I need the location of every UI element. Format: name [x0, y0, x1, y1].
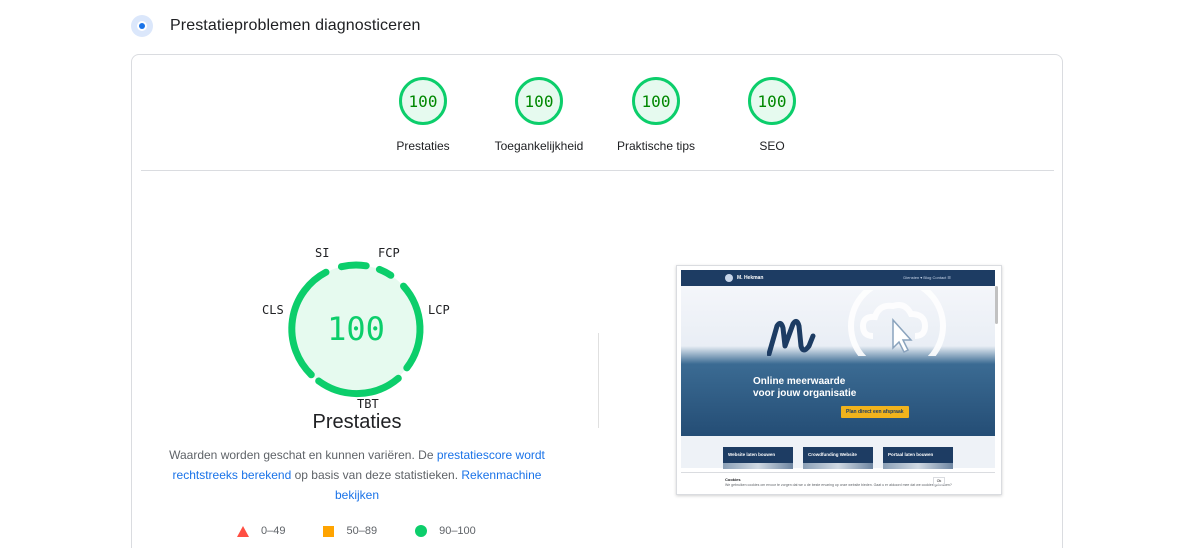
cookie-ok-button: Ok — [933, 477, 945, 485]
site-name: M. Hekman — [737, 275, 764, 281]
gauge-score: 100 — [524, 91, 554, 111]
orange-square-icon — [323, 525, 335, 537]
legend-range: 50–89 — [346, 525, 378, 537]
site-hero: Online meerwaarde voor jouw organisatie … — [681, 286, 995, 436]
hero-headline-line: voor jouw organisatie — [753, 388, 857, 399]
category-gauges: 100 Prestaties 100 Toegankelijkheid 100 … — [132, 77, 1062, 157]
gauge-accessibility[interactable]: 100 Toegankelijkheid — [474, 77, 604, 153]
gauge-score: 100 — [757, 91, 787, 111]
diagnostics-icon — [131, 15, 153, 37]
section-header: Prestatieproblemen diagnosticeren — [131, 12, 421, 40]
red-triangle-icon — [237, 525, 249, 537]
section-title: Prestatieproblemen diagnosticeren — [170, 17, 421, 34]
hero-headline-line: Online meerwaarde — [753, 376, 846, 387]
gauge-best-practices[interactable]: 100 Praktische tips — [591, 77, 721, 153]
legend-item-average: 50–89 — [323, 525, 377, 537]
site-logo-icon — [725, 274, 733, 282]
metric-label-fcp: FCP — [378, 246, 400, 260]
gauge-label: Praktische tips — [616, 139, 696, 153]
green-circle-icon — [415, 525, 428, 537]
service-card-title: Portaal laten bouwen — [888, 452, 934, 457]
performance-score: 100 — [327, 310, 385, 348]
service-card-title: Crowdfunding Website — [808, 452, 857, 457]
gauge-label: Toegankelijkheid — [494, 139, 584, 153]
vertical-divider — [598, 333, 599, 428]
gauge-circle: 100 — [632, 77, 680, 125]
m-logo-icon — [767, 318, 816, 356]
site-service-card: Crowdfunding Website — [803, 447, 873, 469]
hero-cta-button: Plan direct een afspraak — [841, 406, 909, 418]
hero-headline: Online meerwaarde voor jouw organisatie — [753, 376, 856, 400]
metric-label-cls: CLS — [262, 303, 284, 317]
gauge-seo[interactable]: 100 SEO — [707, 77, 837, 153]
legend-range: 90–100 — [439, 525, 476, 537]
gauge-circle: 100 — [748, 77, 796, 125]
cookie-title: Cookies — [725, 477, 741, 482]
page-screenshot[interactable]: M. Hekman Diensten ▾ Blog Contact ☰ Onli… — [676, 265, 1002, 495]
cookie-text: We gebruiken cookies om ervoor te zorgen… — [725, 483, 952, 487]
performance-description: Waarden worden geschat en kunnen variëre… — [167, 445, 547, 505]
gauge-circle: 100 — [399, 77, 447, 125]
metric-label-lcp: LCP — [428, 303, 450, 317]
gauge-score: 100 — [641, 91, 671, 111]
legend-range: 0–49 — [261, 525, 286, 537]
screenshot-scrollbar — [995, 286, 998, 324]
score-legend: 0–49 50–89 90–100 — [237, 523, 514, 539]
site-service-card: Portaal laten bouwen — [883, 447, 953, 469]
report-card: 100 Prestaties 100 Toegankelijkheid 100 … — [131, 54, 1063, 548]
site-nav-links: Diensten ▾ Blog Contact ☰ — [903, 275, 951, 280]
metric-label-tbt: TBT — [357, 397, 379, 411]
description-text: Waarden worden geschat en kunnen variëre… — [169, 448, 437, 462]
gauge-label: Prestaties — [396, 139, 450, 153]
gauge-score: 100 — [408, 91, 438, 111]
cookie-banner: Cookies We gebruiken cookies om ervoor t… — [681, 472, 995, 490]
section-divider — [141, 170, 1054, 171]
site-navbar: M. Hekman Diensten ▾ Blog Contact ☰ — [681, 270, 995, 286]
service-card-title: Website laten bouwen — [728, 452, 776, 457]
performance-title: Prestaties — [312, 411, 402, 433]
metric-label-si: SI — [315, 246, 330, 260]
gauge-performance[interactable]: 100 Prestaties — [358, 77, 488, 153]
performance-gauge: 100 — [286, 259, 426, 399]
legend-item-fail: 0–49 — [237, 525, 285, 537]
gauge-label: SEO — [759, 139, 785, 153]
gauge-circle: 100 — [515, 77, 563, 125]
legend-item-pass: 90–100 — [415, 525, 476, 537]
cloud-cursor-icon — [848, 290, 946, 356]
site-service-card: Website laten bouwen — [723, 447, 793, 469]
description-text: op basis van deze statistieken. — [291, 468, 462, 482]
